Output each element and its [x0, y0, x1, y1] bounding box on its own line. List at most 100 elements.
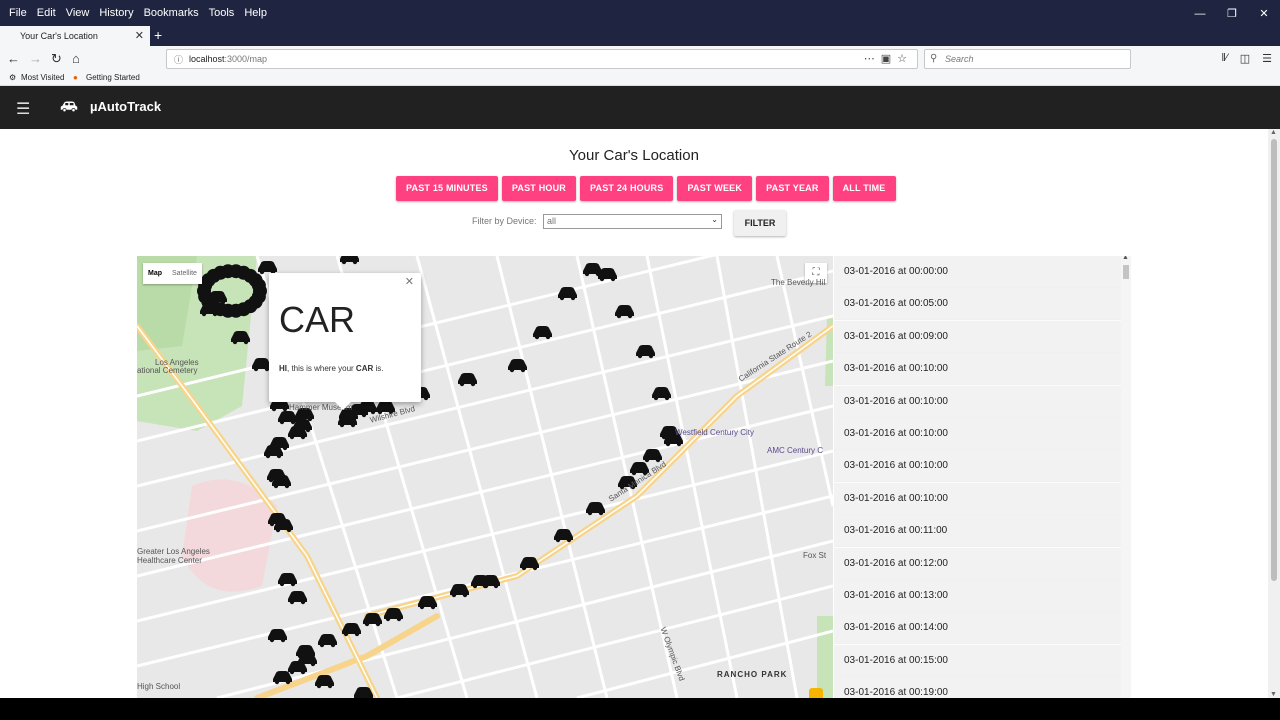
minimize-icon[interactable]: — [1184, 0, 1216, 26]
new-tab-icon[interactable]: + [154, 27, 162, 43]
list-item[interactable]: 03-01-2016 at 00:10:00 [834, 418, 1121, 449]
past-year-button[interactable]: PAST YEAR [756, 176, 829, 201]
menu-tools[interactable]: Tools [204, 7, 240, 19]
list-item[interactable]: 03-01-2016 at 00:10:00 [834, 483, 1121, 514]
list-item[interactable]: 03-01-2016 at 00:14:00 [834, 612, 1121, 643]
sidebar-icon[interactable]: ◫ [1240, 52, 1250, 65]
navigation-bar: ← → ↻ ⌂ ⓘ localhost:3000/map ⋯▣☆ ⚲ Searc… [0, 46, 1280, 72]
map-label-rancho-park: RANCHO PARK [717, 670, 788, 679]
page-scroll-thumb[interactable] [1271, 139, 1277, 581]
forward-icon[interactable]: → [29, 51, 42, 67]
bookmark-most-visited[interactable]: Most Visited [21, 73, 64, 82]
car-wheel [289, 434, 295, 440]
car-wheel [232, 339, 238, 345]
map-label-cemetery: ational Cemetery [137, 366, 198, 375]
car-wheel [648, 353, 654, 359]
hamburger-menu-icon[interactable]: ☰ [16, 99, 30, 119]
car-wheel [559, 295, 565, 301]
car-wheel [587, 510, 593, 516]
library-icon[interactable]: ‖⁄ [1221, 52, 1227, 65]
past-hour-button[interactable]: PAST HOUR [501, 176, 576, 201]
past-24-hours-button[interactable]: PAST 24 HOURS [580, 176, 674, 201]
past-week-button[interactable]: PAST WEEK [677, 176, 753, 201]
list-item[interactable]: 03-01-2016 at 00:05:00 [834, 288, 1121, 319]
menu-view[interactable]: View [61, 7, 95, 19]
car-wheel [566, 537, 572, 543]
all-time-button[interactable]: ALL TIME [832, 176, 896, 201]
map-type-satellite[interactable]: Satellite [167, 263, 202, 284]
scroll-up-icon[interactable]: ▲ [1122, 256, 1129, 261]
car-wheel [330, 642, 336, 648]
car-wheel [276, 453, 282, 459]
car-wheel [289, 669, 295, 675]
car-wheel [459, 381, 465, 387]
car-wheel [555, 537, 561, 543]
car-cluster-marker[interactable] [251, 278, 266, 293]
filter-button[interactable]: FILTER [734, 210, 786, 236]
close-tab-icon[interactable]: ✕ [135, 29, 144, 42]
list-item[interactable]: 03-01-2016 at 00:10:00 [834, 386, 1121, 417]
car-wheel [653, 395, 659, 401]
restore-icon[interactable]: ❐ [1216, 0, 1248, 26]
list-scroll-thumb[interactable] [1123, 265, 1129, 279]
list-item[interactable]: 03-01-2016 at 00:11:00 [834, 515, 1121, 546]
close-window-icon[interactable]: ✕ [1248, 0, 1280, 26]
map-canvas[interactable] [137, 256, 833, 698]
list-item[interactable]: 03-01-2016 at 00:19:00 [834, 677, 1121, 698]
site-info-icon[interactable]: ⓘ [174, 53, 183, 66]
car-wheel [599, 276, 605, 282]
list-item[interactable]: 03-01-2016 at 00:00:00 [834, 256, 1121, 287]
info-close-icon[interactable]: ✕ [405, 275, 414, 288]
page-scroll-down-icon[interactable]: ▼ [1270, 691, 1277, 698]
street-view-icon[interactable] [809, 688, 823, 698]
car-wheel [294, 427, 300, 433]
map-label-westfield: Westfield Century City [675, 428, 754, 437]
car-wheel [300, 599, 306, 605]
list-item[interactable]: 03-01-2016 at 00:10:00 [834, 353, 1121, 384]
list-item[interactable]: 03-01-2016 at 00:15:00 [834, 645, 1121, 676]
menu-file[interactable]: File [4, 7, 32, 19]
bookmark-getting-started[interactable]: Getting Started [86, 73, 140, 82]
list-item[interactable]: 03-01-2016 at 00:10:00 [834, 450, 1121, 481]
list-item[interactable]: 03-01-2016 at 00:09:00 [834, 321, 1121, 352]
car-wheel [201, 311, 207, 317]
car-wheel [430, 604, 436, 610]
menu-help[interactable]: Help [239, 7, 272, 19]
past-15-minutes-button[interactable]: PAST 15 MINUTES [396, 176, 498, 201]
page-scrollbar[interactable]: ▲ ▼ [1268, 129, 1280, 698]
car-wheel [493, 583, 499, 589]
car-wheel [319, 642, 325, 648]
car-wheel [534, 334, 540, 340]
car-wheel [290, 581, 296, 587]
list-item[interactable]: 03-01-2016 at 00:13:00 [834, 580, 1121, 611]
home-icon[interactable]: ⌂ [72, 51, 80, 67]
car-wheel [327, 683, 333, 689]
browser-menu-icon[interactable]: ☰ [1262, 52, 1272, 65]
page-scroll-up-icon[interactable]: ▲ [1270, 129, 1277, 136]
browser-tab[interactable]: Your Car's Location ✕ [0, 26, 150, 46]
map-view[interactable]: Map Satellite ⛶ Los Angeles ational Ceme… [137, 256, 833, 698]
car-wheel [616, 313, 622, 319]
car-logo-icon [60, 101, 78, 113]
tab-title: Your Car's Location [20, 31, 98, 41]
car-wheel [280, 637, 286, 643]
menu-history[interactable]: History [94, 7, 138, 19]
list-item[interactable]: 03-01-2016 at 00:12:00 [834, 548, 1121, 579]
car-wheel [284, 483, 290, 489]
menu-bookmarks[interactable]: Bookmarks [139, 7, 204, 19]
car-wheel [269, 637, 275, 643]
address-bar[interactable]: ⓘ localhost:3000/map ⋯▣☆ [166, 49, 918, 69]
car-wheel [354, 631, 360, 637]
page-actions-icons[interactable]: ⋯▣☆ [864, 52, 913, 65]
reload-icon[interactable]: ↻ [51, 51, 62, 67]
map-type-map[interactable]: Map [143, 263, 167, 284]
list-scrollbar[interactable]: ▲ [1121, 256, 1131, 698]
car-wheel [472, 583, 478, 589]
car-wheel [285, 679, 291, 685]
app-brand[interactable]: µAutoTrack [90, 99, 161, 114]
menu-edit[interactable]: Edit [32, 7, 61, 19]
back-icon[interactable]: ← [7, 51, 20, 67]
search-box[interactable]: ⚲ Search [924, 49, 1131, 69]
car-wheel [273, 483, 279, 489]
device-select[interactable]: all ⌄ [543, 214, 722, 229]
